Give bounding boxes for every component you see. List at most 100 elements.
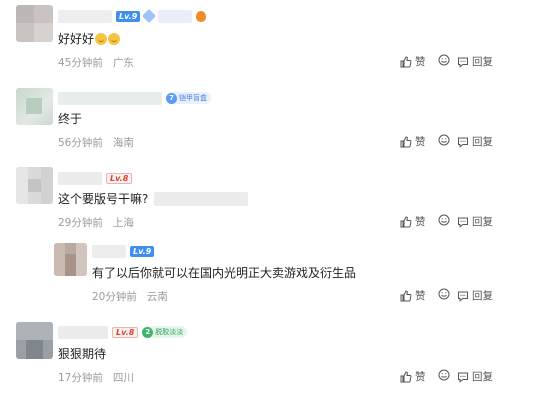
reply-item: Lv.9 有了以后你就可以在国内光明正大卖游戏及衍生品 20分钟前 云南 赞 回复 (0, 238, 550, 306)
avatar[interactable] (16, 5, 53, 42)
smile-icon (438, 214, 450, 226)
level-badge: Lv.8 (106, 172, 133, 184)
reply-button[interactable]: 回复 (457, 54, 493, 69)
comment-text: 终于 (58, 110, 82, 127)
comment-actions: 赞 回复 (400, 54, 550, 70)
comment-text: 有了以后你就可以在国内光明正大卖游戏及衍生品 (92, 264, 356, 281)
avatar[interactable] (16, 322, 53, 359)
comment-text-content: 狠狠期待 (58, 347, 107, 361)
dislike-button[interactable] (438, 288, 450, 300)
username-blurred[interactable] (58, 325, 108, 339)
reply-label: 回复 (472, 371, 493, 383)
level-badge: Lv.8 (112, 326, 139, 338)
comment-item: Lv.8 这个要版号干嘛? 29分钟前 上海 赞 回复 (0, 163, 550, 235)
reply-button[interactable]: 回复 (457, 134, 493, 149)
comment-actions: 赞 回复 (400, 288, 550, 304)
fire-icon (196, 10, 207, 22)
like-button[interactable]: 赞 (400, 54, 426, 69)
comment-text: 狠狠期待 (58, 345, 106, 362)
smile-icon (438, 134, 450, 146)
avatar[interactable] (54, 243, 87, 276)
reply-label: 回复 (472, 216, 493, 228)
user-name-row: Lv.9 (58, 8, 207, 24)
timestamp: 56分钟前 (58, 137, 103, 149)
like-label: 赞 (415, 56, 426, 68)
location: 云南 (146, 291, 168, 303)
like-button[interactable]: 赞 (400, 288, 426, 303)
comment-text: 这个要版号干嘛? (58, 190, 249, 207)
like-label: 赞 (415, 290, 426, 302)
comment-meta: 56分钟前 海南 (58, 135, 134, 150)
fan-medal-label: 铠甲盲盒 (179, 94, 207, 102)
like-label: 赞 (415, 371, 426, 383)
blurred-text (154, 192, 249, 206)
reply-bubble-icon (458, 137, 468, 148)
comment-text-content: 终于 (58, 112, 83, 126)
comment-meta: 29分钟前 上海 (58, 215, 134, 230)
smile-icon (438, 288, 450, 300)
username-blurred[interactable] (58, 171, 102, 185)
user-name-row: Lv.8 2 脱胶淡淡 (58, 325, 188, 339)
location: 上海 (112, 217, 134, 229)
reply-bubble-icon (458, 291, 468, 302)
dislike-button[interactable] (438, 54, 450, 66)
comment-item: Lv.9 好好好 45分钟前 广东 赞 回复 (0, 0, 550, 75)
like-button[interactable]: 赞 (400, 134, 426, 149)
comment-text: 好好好 (58, 30, 121, 47)
thumbs-up-icon (400, 289, 412, 301)
comment-meta: 17分钟前 四川 (58, 370, 134, 385)
username-blurred[interactable] (58, 91, 162, 105)
reply-button[interactable]: 回复 (457, 369, 493, 384)
comment-text-content: 有了以后你就可以在国内光明正大卖游戏及衍生品 (92, 266, 357, 280)
fan-medal-badge: 2 脱胶淡淡 (142, 326, 188, 338)
diamond-icon (142, 8, 157, 24)
username-blurred[interactable] (92, 244, 126, 258)
emoji-icon (108, 33, 121, 45)
comment-actions: 赞 回复 (400, 214, 550, 230)
comment-actions: 赞 回复 (400, 369, 550, 385)
user-name-row: 7 铠甲盲盒 (58, 91, 211, 105)
reply-label: 回复 (472, 136, 493, 148)
timestamp: 45分钟前 (58, 57, 103, 69)
user-name-row: Lv.9 (92, 244, 155, 258)
thumbs-up-icon (400, 135, 412, 147)
dislike-button[interactable] (438, 214, 450, 226)
reply-label: 回复 (472, 290, 493, 302)
username-blurred[interactable] (58, 9, 112, 23)
avatar[interactable] (16, 167, 53, 204)
comment-text-content: 这个要版号干嘛? (58, 192, 149, 206)
avatar[interactable] (16, 88, 53, 125)
smile-icon (438, 54, 450, 66)
reply-label: 回复 (472, 56, 493, 68)
reply-button[interactable]: 回复 (457, 214, 493, 229)
comment-item: Lv.8 2 脱胶淡淡 狠狠期待 17分钟前 四川 赞 回复 (0, 318, 550, 390)
thumbs-up-icon (400, 370, 412, 382)
user-name-row: Lv.8 (58, 171, 133, 185)
like-label: 赞 (415, 216, 426, 228)
medal-level-icon: 2 (142, 326, 154, 338)
location: 海南 (112, 137, 134, 149)
thumbs-up-icon (400, 55, 412, 67)
smile-icon (438, 369, 450, 381)
reply-button[interactable]: 回复 (457, 288, 493, 303)
reply-bubble-icon (458, 217, 468, 228)
like-button[interactable]: 赞 (400, 214, 426, 229)
dislike-button[interactable] (438, 369, 450, 381)
comment-text-content: 好好好 (58, 32, 95, 46)
level-badge: Lv.9 (116, 10, 141, 22)
comment-actions: 赞 回复 (400, 134, 550, 150)
level-badge: Lv.9 (130, 245, 155, 257)
like-label: 赞 (415, 136, 426, 148)
location: 广东 (112, 57, 134, 69)
emoji-icon (95, 33, 108, 45)
fan-medal-label: 脱胶淡淡 (155, 328, 184, 336)
medal-blurred (158, 9, 193, 23)
dislike-button[interactable] (438, 134, 450, 146)
comment-meta: 45分钟前 广东 (58, 55, 134, 70)
timestamp: 17分钟前 (58, 372, 103, 384)
like-button[interactable]: 赞 (400, 369, 426, 384)
reply-bubble-icon (458, 372, 468, 383)
comment-item: 7 铠甲盲盒 终于 56分钟前 海南 赞 回复 (0, 84, 550, 154)
thumbs-up-icon (400, 215, 412, 227)
location: 四川 (112, 372, 134, 384)
